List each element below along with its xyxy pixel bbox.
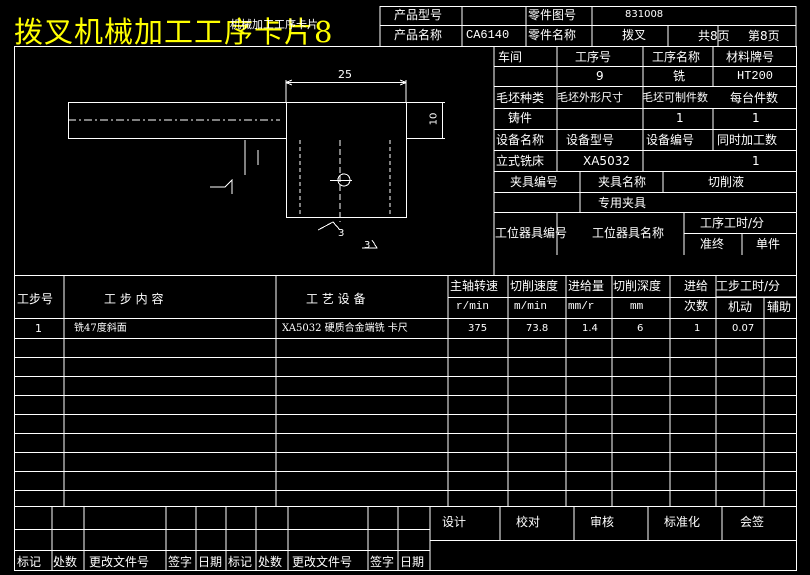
op-name: 铣 (673, 69, 686, 83)
footer-standard: 标准化 (664, 515, 701, 529)
equip-model: XA5032 (583, 154, 630, 168)
footer-date-1: 日期 (198, 555, 223, 569)
product-name-label: 产品名称 (394, 28, 443, 42)
blank-type: 铸件 (508, 111, 533, 125)
unit-feed: mm/r (568, 301, 595, 313)
col-depth: 切削深度 (613, 279, 662, 293)
row-1-no: 1 (35, 322, 42, 335)
op-no-label: 工序号 (575, 50, 612, 64)
coolant-label: 切削液 (708, 175, 745, 189)
per-unit-label: 每台件数 (730, 91, 779, 105)
material-label: 材料牌号 (726, 50, 775, 64)
footer-mark-2: 标记 (228, 555, 253, 569)
material: HT200 (737, 69, 774, 83)
row-1-spindle: 375 (468, 323, 488, 334)
product-name: CA6140 (466, 28, 510, 42)
col-feed: 进给量 (568, 279, 605, 293)
prep-label: 准终 (700, 237, 725, 251)
col-step-content: 工 步 内 容 (104, 292, 164, 306)
footer-review: 审核 (590, 515, 615, 529)
roughness-2: 3 (364, 240, 371, 251)
blank-size-label: 毛坯外形尺寸 (557, 91, 623, 104)
row-1-equip: XA5032 硬质合金端铣 卡尺 (282, 323, 408, 334)
col-step-time: 工步工时/分 (716, 279, 781, 293)
fixture-name-label: 夹具名称 (598, 175, 647, 189)
unit-label: 单件 (756, 237, 781, 251)
workshop-label: 车间 (498, 50, 523, 64)
footer-signature-2: 签字 (370, 555, 395, 569)
equip-no-label: 设备编号 (646, 133, 695, 147)
unit-depth: mm (630, 301, 644, 313)
footer-doc-no-1: 更改文件号 (89, 555, 150, 569)
fixture-no-label: 夹具编号 (510, 175, 559, 189)
dim-width: 25 (338, 68, 352, 81)
station-tool-name-label: 工位器具名称 (592, 226, 665, 240)
row-1-machine: 0.07 (732, 323, 755, 334)
part-name: 拨叉 (622, 28, 647, 42)
footer-count-2: 处数 (258, 555, 283, 569)
part-name-label: 零件名称 (528, 28, 577, 42)
footer-design: 设计 (442, 515, 467, 529)
card-name: 机械加工工序卡片 (230, 18, 318, 31)
footer-doc-no-2: 更改文件号 (292, 555, 353, 569)
col-aux: 辅助 (767, 300, 792, 314)
page-no: 第8页 (748, 29, 780, 43)
row-1-content: 铣47度斜面 (74, 323, 127, 334)
row-1-feed: 1.4 (582, 323, 598, 334)
blank-count-label: 毛坯可制件数 (642, 91, 708, 104)
equip-name-label: 设备名称 (496, 133, 545, 147)
op-time-label: 工序工时/分 (700, 216, 765, 230)
col-equipment: 工 艺 设 备 (306, 292, 366, 306)
row-1-passes: 1 (694, 323, 701, 334)
footer-date-2: 日期 (400, 555, 425, 569)
col-step-no: 工步号 (17, 292, 54, 306)
footer-proof: 校对 (516, 515, 541, 529)
part-drawing-label: 零件图号 (528, 8, 577, 22)
col-machine: 机动 (728, 300, 753, 314)
col-spindle: 主轴转速 (450, 279, 499, 293)
total-pages: 共8页 (698, 29, 730, 43)
footer-mark-1: 标记 (17, 555, 42, 569)
row-1-speed: 73.8 (526, 323, 549, 334)
equip-model-label: 设备型号 (566, 133, 615, 147)
unit-speed: m/min (514, 301, 548, 313)
footer-count-1: 处数 (53, 555, 78, 569)
part-drawing (68, 79, 445, 249)
product-model-label: 产品型号 (394, 8, 443, 22)
row-1-depth: 6 (637, 323, 644, 334)
blank-count: 1 (676, 111, 684, 125)
fixture-name: 专用夹具 (598, 196, 647, 210)
simul: 1 (752, 154, 760, 168)
footer-sign: 会签 (740, 515, 765, 529)
per-unit: 1 (752, 111, 760, 125)
blank-type-label: 毛坯种类 (496, 91, 545, 105)
simul-label: 同时加工数 (717, 133, 778, 147)
footer-signature-1: 签字 (168, 555, 193, 569)
equip-name: 立式铣床 (496, 154, 545, 168)
dim-height: 10 (428, 112, 440, 126)
station-tool-no-label: 工位器具编号 (495, 226, 568, 240)
op-no: 9 (596, 69, 604, 83)
col-passes-2: 次数 (684, 299, 709, 313)
col-speed: 切削速度 (510, 279, 559, 293)
op-name-label: 工序名称 (652, 50, 701, 64)
col-passes-1: 进给 (684, 279, 709, 293)
unit-spindle: r/min (456, 301, 490, 313)
roughness-1: 3 (338, 228, 345, 239)
part-outline-body (286, 102, 407, 218)
part-drawing-no: 831008 (625, 9, 664, 20)
